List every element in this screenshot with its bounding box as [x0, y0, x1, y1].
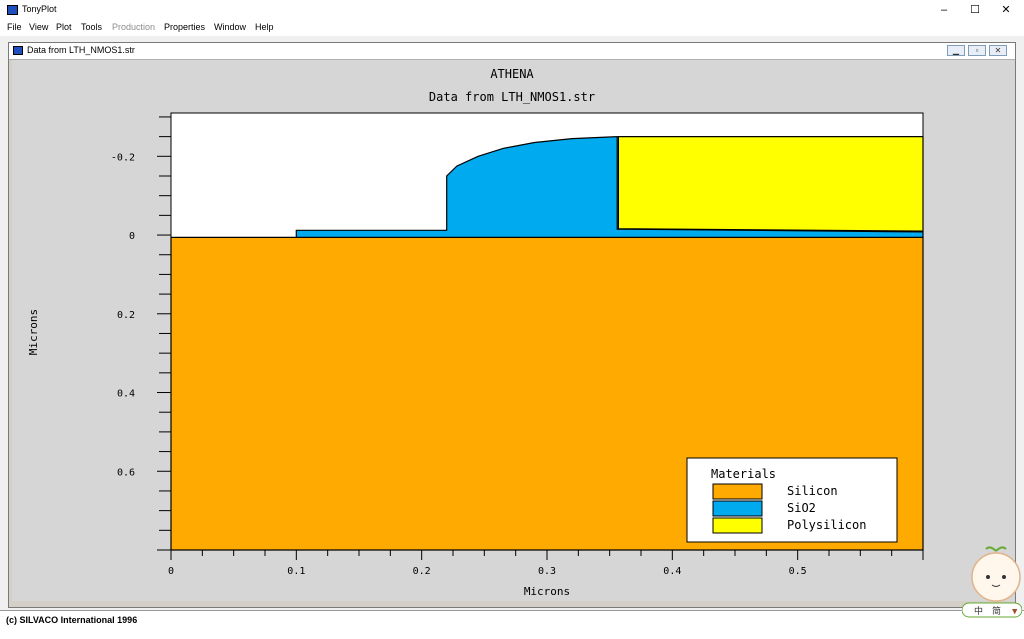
ime-mascot-icon: 中 简 ▼	[961, 546, 1023, 618]
menu-tools[interactable]: Tools	[81, 22, 102, 32]
document-icon	[13, 46, 23, 55]
menu-view[interactable]: View	[29, 22, 48, 32]
y-tick-label: 0	[129, 231, 135, 242]
legend-label-silicon: Silicon	[787, 484, 838, 498]
ime-widget[interactable]: 中 简 ▼	[961, 543, 1023, 625]
minimize-button[interactable]: –	[928, 0, 960, 20]
materials-legend: Materials Silicon SiO2 Polysilicon	[686, 457, 898, 543]
legend-label-sio2: SiO2	[787, 501, 816, 515]
app-titlebar: TonyPlot – ☐ ✕	[0, 0, 1024, 20]
document-minimize-button[interactable]: ▁	[947, 45, 965, 56]
x-tick-label: 0.4	[663, 566, 681, 577]
y-tick-label: -0.2	[111, 152, 135, 163]
close-button[interactable]: ✕	[990, 0, 1022, 20]
ime-char-zhong[interactable]: 中	[974, 605, 983, 617]
plot-title: ATHENA	[490, 67, 534, 81]
document-close-button[interactable]: ✕	[989, 45, 1007, 56]
svg-text:▼: ▼	[1012, 607, 1018, 617]
legend-title: Materials	[711, 467, 776, 481]
ime-char-jian[interactable]: 简	[992, 605, 1001, 617]
status-bar: (c) SILVACO International 1996	[0, 610, 1024, 639]
legend-label-polysilicon: Polysilicon	[787, 518, 866, 532]
copyright-text: (c) SILVACO International 1996	[6, 615, 138, 625]
region-polysilicon	[617, 135, 924, 232]
x-axis-label: Microns	[524, 585, 570, 598]
menu-plot[interactable]: Plot	[56, 22, 72, 32]
app-title: TonyPlot	[22, 4, 57, 14]
x-tick-label: 0.2	[413, 566, 431, 577]
x-tick-label: 0.5	[789, 566, 807, 577]
plot-canvas[interactable]: ATHENA Data from LTH_NMOS1.str Microns M…	[12, 60, 1015, 601]
x-tick-label: 0	[168, 566, 174, 577]
y-tick-label: 0.4	[117, 389, 135, 400]
document-restore-button[interactable]: ▫	[968, 45, 986, 56]
y-axis-label: Microns	[27, 309, 40, 355]
x-tick-label: 0.1	[287, 566, 305, 577]
document-title: Data from LTH_NMOS1.str	[27, 45, 135, 55]
legend-swatch-polysilicon	[712, 517, 763, 534]
cross-section-plot[interactable]: ATHENA Data from LTH_NMOS1.str Microns M…	[12, 60, 1015, 601]
plot-subtitle: Data from LTH_NMOS1.str	[429, 90, 595, 104]
document-titlebar: Data from LTH_NMOS1.str ▁ ▫ ✕	[9, 43, 1015, 60]
menu-production[interactable]: Production	[112, 22, 155, 32]
legend-swatch-silicon	[712, 483, 763, 500]
menu-file[interactable]: File	[7, 22, 22, 32]
menu-help[interactable]: Help	[255, 22, 274, 32]
maximize-button[interactable]: ☐	[959, 0, 991, 20]
y-tick-label: 0.2	[117, 310, 135, 321]
menu-bar: File View Plot Tools Production Properti…	[0, 20, 1024, 36]
tonyplot-app-icon	[7, 5, 18, 15]
menu-window[interactable]: Window	[214, 22, 246, 32]
x-tick-label: 0.3	[538, 566, 556, 577]
y-tick-label: 0.6	[117, 467, 135, 478]
legend-swatch-sio2	[712, 500, 763, 517]
menu-properties[interactable]: Properties	[164, 22, 205, 32]
